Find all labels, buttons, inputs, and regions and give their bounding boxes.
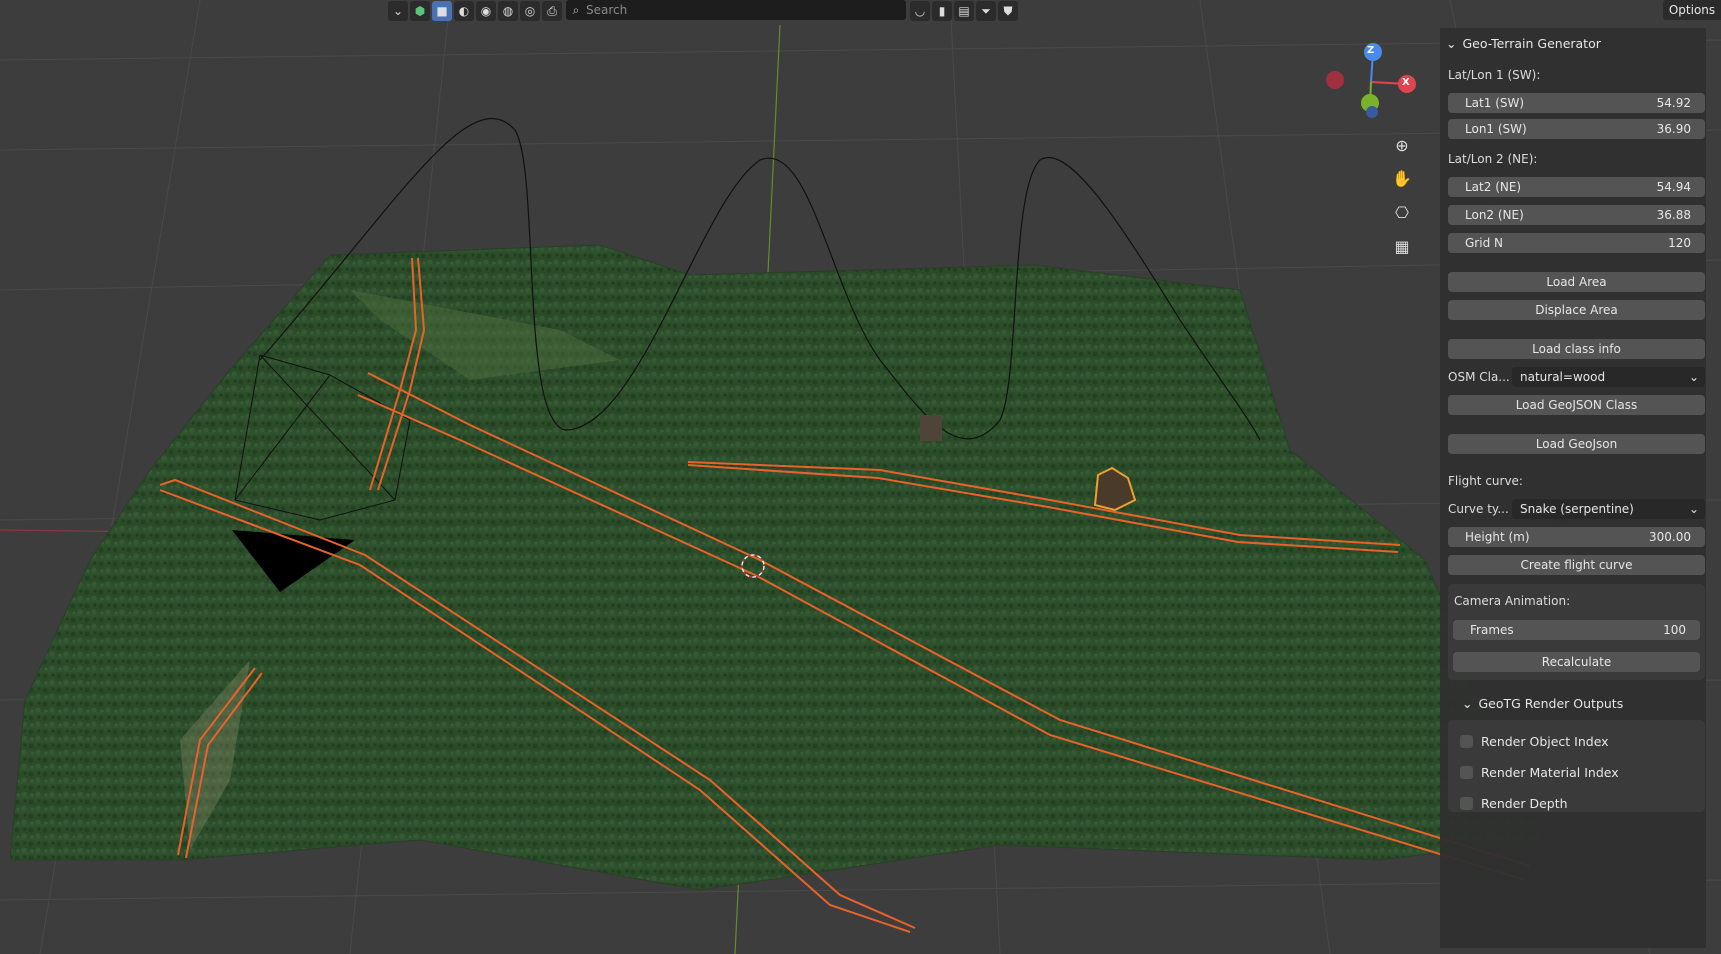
load-area-button[interactable]: Load Area [1448, 272, 1705, 292]
render-material-index-label: Render Material Index [1481, 765, 1619, 780]
object-icon[interactable]: ⬢ [410, 1, 430, 21]
lat2-field[interactable]: Lat2 (NE) 54.94 [1448, 177, 1705, 197]
lon2-label: Lon2 (NE) [1465, 208, 1524, 222]
geo-terrain-panel: ⌄ Geo-Terrain Generator Lat/Lon 1 (SW): … [1440, 28, 1706, 948]
render-material-index-checkbox[interactable]: Render Material Index [1460, 765, 1619, 780]
panel-title: Geo-Terrain Generator [1462, 35, 1601, 51]
camera-animation-box: Camera Animation: Frames 100 Recalculate [1448, 584, 1705, 680]
overlay-icon[interactable]: ◡ [910, 1, 930, 21]
select-box-icon[interactable]: ■ [432, 1, 452, 21]
lat2-label: Lat2 (NE) [1465, 180, 1522, 194]
camera-animation-label: Camera Animation: [1454, 594, 1571, 608]
curve-type-select[interactable]: Snake (serpentine) ⌄ [1512, 499, 1705, 519]
search-input[interactable]: ⌕ Search [566, 0, 906, 20]
lat1-label: Lat1 (SW) [1465, 96, 1525, 110]
render-depth-label: Render Depth [1481, 796, 1568, 811]
grid-n-label: Grid N [1465, 236, 1503, 250]
chevron-down-icon[interactable]: ⌄ [388, 1, 408, 21]
frames-label: Frames [1470, 623, 1514, 637]
height-field[interactable]: Height (m) 300.00 [1448, 527, 1705, 547]
frames-value: 100 [1663, 623, 1686, 637]
checkbox-icon[interactable] [1460, 797, 1473, 810]
load-geojson-button[interactable]: Load GeoJson [1448, 434, 1705, 454]
height-value: 300.00 [1649, 530, 1691, 544]
filter-icon[interactable]: ⏷ [976, 1, 996, 21]
osm-class-select[interactable]: natural=wood ⌄ [1512, 367, 1705, 387]
magnifier-icon: ⌕ [572, 2, 580, 17]
osm-class-label: OSM Cla... [1448, 370, 1510, 384]
grid-icon[interactable]: ▦ [1388, 232, 1416, 260]
lon1-label: Lon1 (SW) [1465, 122, 1527, 136]
chevron-down-icon: ⌄ [1688, 370, 1699, 384]
search-placeholder: Search [586, 3, 628, 17]
lon2-value: 36.88 [1656, 208, 1691, 222]
viewport-header: ⌄ ⬢ ■ ◐ ◉ ◍ ◎ ⎙ [388, 0, 562, 22]
latlon1-label: Lat/Lon 1 (SW): [1448, 68, 1541, 82]
wireframe-icon[interactable]: ◐ [454, 1, 474, 21]
chevron-down-icon[interactable]: ⌄ [1446, 36, 1456, 51]
grid-n-field[interactable]: Grid N 120 [1448, 233, 1705, 253]
grid-n-value: 120 [1668, 236, 1691, 250]
printer-icon[interactable]: ⎙ [542, 1, 562, 21]
gizmo-z-label[interactable]: Z [1367, 45, 1374, 56]
curve-type-value: Snake (serpentine) [1520, 502, 1634, 516]
terrain-mesh [9, 244, 1546, 891]
material-icon[interactable]: ◍ [498, 1, 518, 21]
lon2-field[interactable]: Lon2 (NE) 36.88 [1448, 205, 1705, 225]
displace-area-button[interactable]: Displace Area [1448, 300, 1705, 320]
load-geojson-class-button[interactable]: Load GeoJSON Class [1448, 395, 1705, 415]
checkbox-icon[interactable] [1460, 735, 1473, 748]
header-right-tools: ◡ ▮ ▤ ⏷ ⛊ [910, 0, 1018, 22]
shield-icon[interactable]: ⛊ [998, 1, 1018, 21]
lat1-field[interactable]: Lat1 (SW) 54.92 [1448, 93, 1705, 113]
lon1-value: 36.90 [1656, 122, 1691, 136]
bookmark-icon[interactable]: ▮ [932, 1, 952, 21]
zoom-icon[interactable]: ⊕ [1388, 131, 1416, 159]
chevron-down-icon: ⌄ [1688, 502, 1699, 516]
gizmo-x-label[interactable]: X [1402, 77, 1410, 88]
osm-class-row: OSM Cla... natural=wood ⌄ [1448, 367, 1705, 387]
solid-icon[interactable]: ◉ [476, 1, 496, 21]
options-button[interactable]: Options [1663, 0, 1721, 20]
chevron-down-icon[interactable]: ⌄ [1462, 696, 1472, 711]
panel-header[interactable]: ⌄ Geo-Terrain Generator [1446, 34, 1601, 52]
curve-type-row: Curve ty... Snake (serpentine) ⌄ [1448, 499, 1705, 519]
lat2-value: 54.94 [1656, 180, 1691, 194]
load-class-info-button[interactable]: Load class info [1448, 339, 1705, 359]
building [920, 415, 942, 441]
hand-icon[interactable]: ✋ [1388, 164, 1416, 192]
lat1-value: 54.92 [1656, 96, 1691, 110]
recalculate-button[interactable]: Recalculate [1453, 652, 1700, 672]
render-outputs-header[interactable]: ⌄ GeoTG Render Outputs [1462, 694, 1623, 712]
create-flight-curve-button[interactable]: Create flight curve [1448, 555, 1705, 575]
render-outputs-title: GeoTG Render Outputs [1478, 695, 1624, 711]
render-depth-checkbox[interactable]: Render Depth [1460, 796, 1568, 811]
checkbox-icon[interactable] [1460, 766, 1473, 779]
layout-icon[interactable]: ▤ [954, 1, 974, 21]
rendered-icon[interactable]: ◎ [520, 1, 540, 21]
render-outputs-box: Render Object Index Render Material Inde… [1448, 720, 1705, 812]
latlon2-label: Lat/Lon 2 (NE): [1448, 152, 1538, 166]
lon1-field[interactable]: Lon1 (SW) 36.90 [1448, 119, 1705, 139]
osm-class-value: natural=wood [1520, 370, 1606, 384]
height-label: Height (m) [1465, 530, 1530, 544]
frames-field[interactable]: Frames 100 [1453, 620, 1700, 640]
render-object-index-checkbox[interactable]: Render Object Index [1460, 734, 1609, 749]
camera-icon[interactable]: ⎔ [1388, 198, 1416, 226]
render-object-index-label: Render Object Index [1481, 734, 1609, 749]
curve-type-label: Curve ty... [1448, 502, 1509, 516]
flight-curve-label: Flight curve: [1448, 474, 1523, 488]
